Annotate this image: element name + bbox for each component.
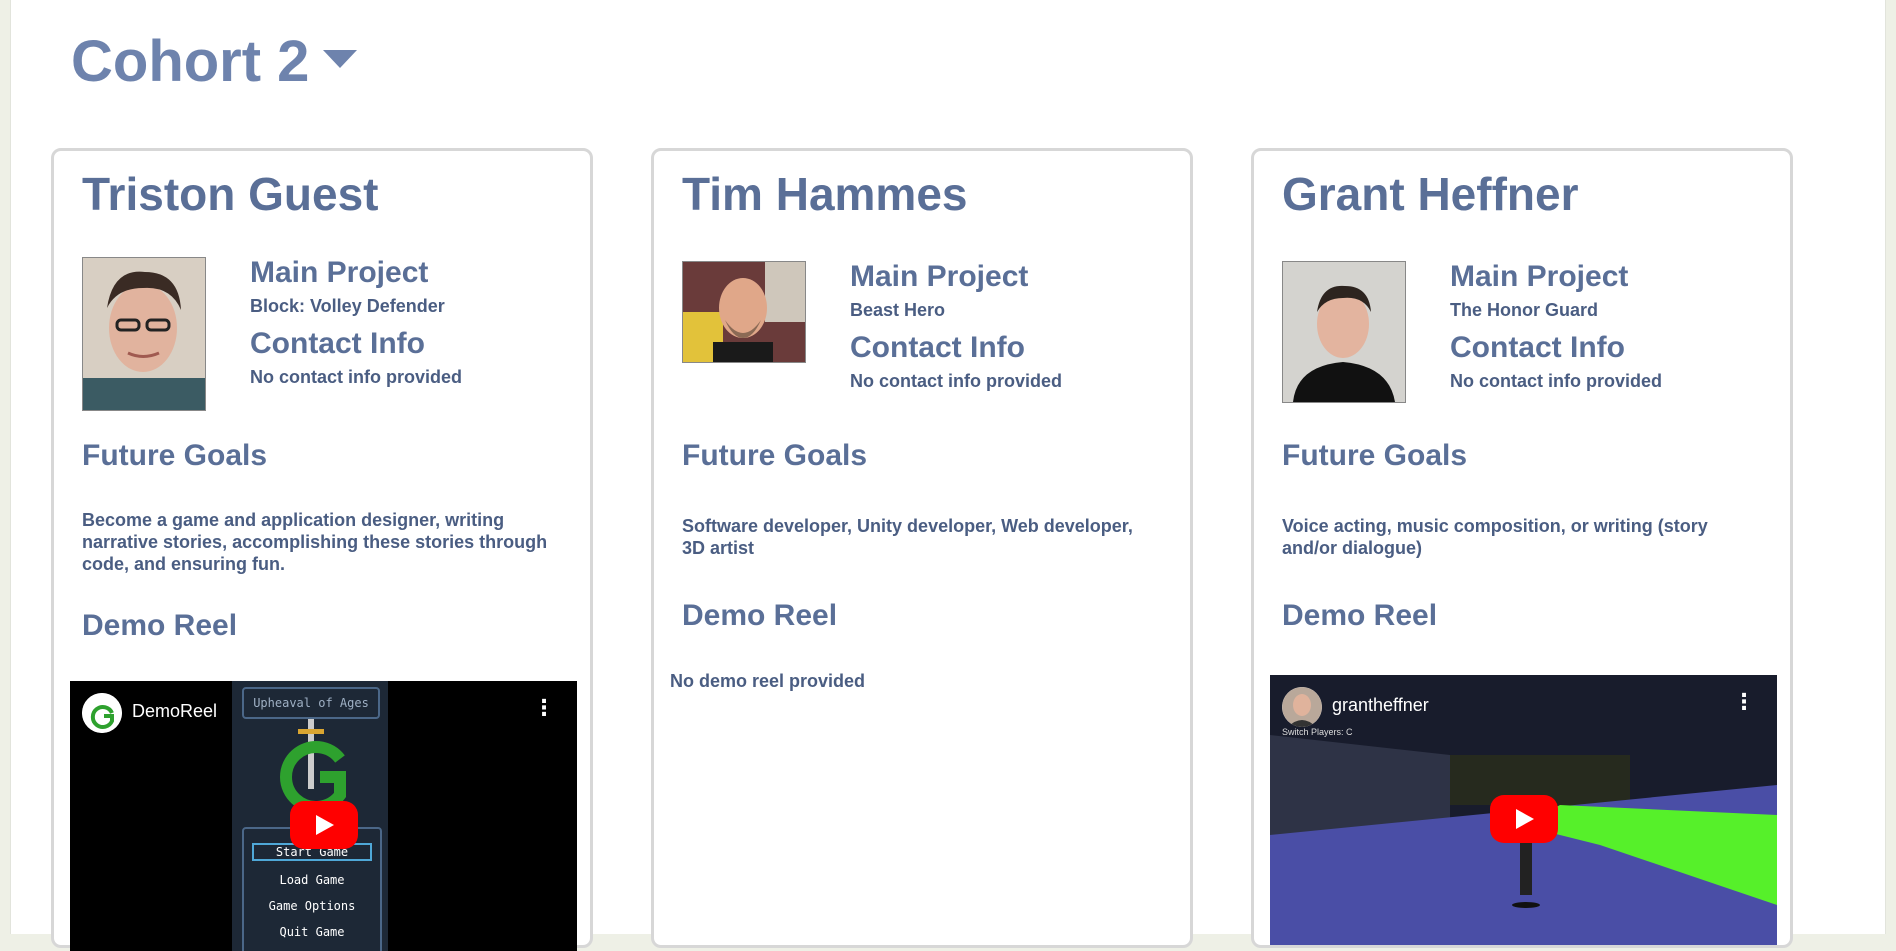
play-icon[interactable] (1490, 795, 1558, 843)
game-menu-load: Load Game (279, 873, 345, 887)
video-hud-text: Switch Players: C (1282, 727, 1353, 737)
no-demo-reel-text: No demo reel provided (670, 671, 866, 691)
demo-reel-heading: Demo Reel (682, 599, 838, 632)
student-name: Tim Hammes (682, 168, 968, 220)
student-photo (1282, 261, 1406, 403)
student-info: Main Project Block: Volley Defender Cont… (250, 255, 580, 397)
contact-info-heading: Contact Info (850, 331, 1025, 364)
main-project-value: Beast Hero (850, 300, 946, 320)
main-project-value: The Honor Guard (1450, 300, 1598, 320)
contact-info-heading: Contact Info (1450, 331, 1625, 364)
student-card-triston-guest: Triston Guest Main Project Block: Volley… (51, 148, 593, 951)
game-menu-options: Game Options (268, 899, 356, 913)
future-goals-heading: Future Goals (1282, 439, 1468, 472)
main-project-heading: Main Project (850, 260, 1029, 293)
student-name: Grant Heffner (1282, 168, 1579, 220)
demo-reel-heading: Demo Reel (1282, 599, 1438, 632)
game-logo-icon (280, 719, 346, 809)
student-info: Main Project Beast Hero Contact Info No … (850, 259, 1180, 401)
chevron-down-icon (323, 49, 358, 68)
future-goals-text: Voice acting, music composition, or writ… (1282, 516, 1708, 558)
demo-reel-video[interactable]: Upheaval of Ages Start Game Load Game Ga… (70, 681, 577, 951)
channel-avatar[interactable] (82, 693, 122, 733)
more-vert-icon[interactable]: ⋮ (533, 697, 555, 719)
game-menu-quit: Quit Game (279, 925, 345, 939)
student-photo (682, 261, 806, 363)
student-info: Main Project The Honor Guard Contact Inf… (1450, 259, 1780, 401)
main-project-value: Block: Volley Defender (250, 296, 445, 316)
contact-info-value: No contact info provided (850, 371, 1063, 391)
student-card-tim-hammes: Tim Hammes Main Project Beast Hero Conta… (651, 148, 1193, 948)
cohort-selector[interactable]: Cohort 2 (71, 28, 358, 95)
demo-reel-video[interactable]: grantheffner Switch Players: C ⋮ (1270, 675, 1777, 945)
contact-info-value: No contact info provided (250, 367, 463, 387)
future-goals-text: Become a game and application designer, … (82, 510, 548, 574)
channel-avatar[interactable] (1282, 687, 1322, 727)
demo-reel-heading: Demo Reel (82, 609, 238, 642)
student-name: Triston Guest (82, 168, 379, 220)
page: Cohort 2 Triston Guest Main Project Bloc… (10, 0, 1886, 951)
video-title[interactable]: DemoReel (132, 701, 217, 722)
more-vert-icon[interactable]: ⋮ (1733, 691, 1755, 713)
main-project-heading: Main Project (1450, 260, 1629, 293)
play-icon[interactable] (290, 801, 358, 849)
future-goals-heading: Future Goals (682, 439, 868, 472)
cohort-title: Cohort 2 (71, 29, 310, 94)
main-project-heading: Main Project (250, 256, 429, 289)
video-title[interactable]: grantheffner (1332, 695, 1429, 716)
game-title: Upheaval of Ages (242, 687, 380, 719)
future-goals-heading: Future Goals (82, 439, 268, 472)
contact-info-heading: Contact Info (250, 327, 425, 360)
student-photo (82, 257, 206, 411)
contact-info-value: No contact info provided (1450, 371, 1663, 391)
student-card-grant-heffner: Grant Heffner Main Project The Honor Gua… (1251, 148, 1793, 948)
future-goals-text: Software developer, Unity developer, Web… (682, 516, 1133, 558)
